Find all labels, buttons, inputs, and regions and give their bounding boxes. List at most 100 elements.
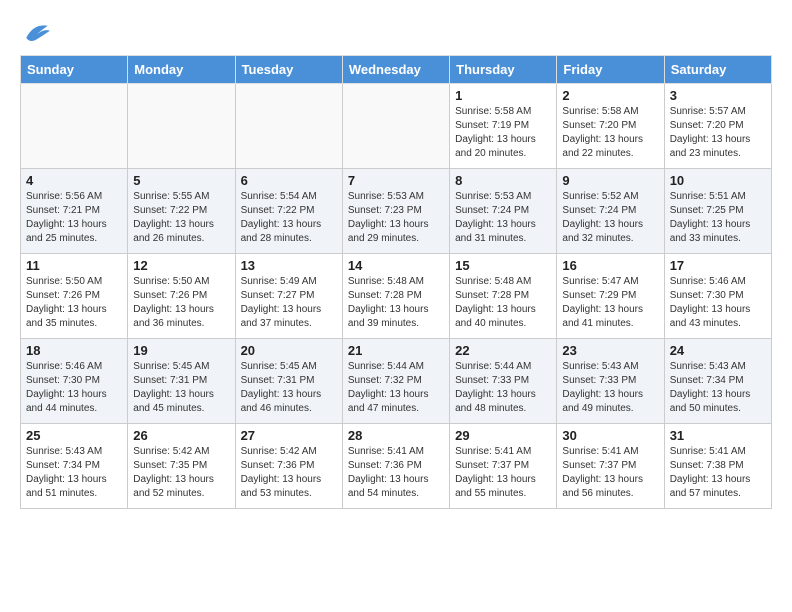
day-number: 12: [133, 258, 229, 273]
day-info: Sunrise: 5:43 AM Sunset: 7:33 PM Dayligh…: [562, 360, 658, 416]
day-info: Sunrise: 5:41 AM Sunset: 7:37 PM Dayligh…: [562, 445, 658, 501]
day-info: Sunrise: 5:46 AM Sunset: 7:30 PM Dayligh…: [670, 275, 766, 331]
calendar-cell: 5 Sunrise: 5:55 AM Sunset: 7:22 PM Daylig…: [128, 169, 235, 254]
weekday-header: Wednesday: [342, 56, 449, 84]
weekday-header: Thursday: [450, 56, 557, 84]
day-info: Sunrise: 5:46 AM Sunset: 7:30 PM Dayligh…: [26, 360, 122, 416]
day-number: 31: [670, 428, 766, 443]
day-info: Sunrise: 5:55 AM Sunset: 7:22 PM Dayligh…: [133, 190, 229, 246]
day-number: 28: [348, 428, 444, 443]
day-number: 20: [241, 343, 337, 358]
day-number: 24: [670, 343, 766, 358]
day-info: Sunrise: 5:41 AM Sunset: 7:38 PM Dayligh…: [670, 445, 766, 501]
day-info: Sunrise: 5:54 AM Sunset: 7:22 PM Dayligh…: [241, 190, 337, 246]
day-info: Sunrise: 5:48 AM Sunset: 7:28 PM Dayligh…: [455, 275, 551, 331]
calendar-week-row: 1 Sunrise: 5:58 AM Sunset: 7:19 PM Daylig…: [21, 84, 772, 169]
day-number: 11: [26, 258, 122, 273]
day-info: Sunrise: 5:43 AM Sunset: 7:34 PM Dayligh…: [26, 445, 122, 501]
calendar-cell: 23 Sunrise: 5:43 AM Sunset: 7:33 PM Dayli…: [557, 339, 664, 424]
calendar-cell: 15Sunrise: 5:48 AM Sunset: 7:28 PM Dayli…: [450, 254, 557, 339]
day-info: Sunrise: 5:51 AM Sunset: 7:25 PM Dayligh…: [670, 190, 766, 246]
calendar-cell: [342, 84, 449, 169]
day-info: Sunrise: 5:45 AM Sunset: 7:31 PM Dayligh…: [241, 360, 337, 416]
day-info: Sunrise: 5:45 AM Sunset: 7:31 PM Dayligh…: [133, 360, 229, 416]
day-info: Sunrise: 5:42 AM Sunset: 7:35 PM Dayligh…: [133, 445, 229, 501]
day-number: 4: [26, 173, 122, 188]
calendar-cell: 29 Sunrise: 5:41 AM Sunset: 7:37 PM Dayli…: [450, 424, 557, 509]
calendar-header-row: SundayMondayTuesdayWednesdayThursdayFrid…: [21, 56, 772, 84]
weekday-header: Saturday: [664, 56, 771, 84]
calendar-cell: 20 Sunrise: 5:45 AM Sunset: 7:31 PM Dayli…: [235, 339, 342, 424]
weekday-header: Sunday: [21, 56, 128, 84]
day-info: Sunrise: 5:47 AM Sunset: 7:29 PM Dayligh…: [562, 275, 658, 331]
day-number: 1: [455, 88, 551, 103]
day-info: Sunrise: 5:53 AM Sunset: 7:23 PM Dayligh…: [348, 190, 444, 246]
day-info: Sunrise: 5:50 AM Sunset: 7:26 PM Dayligh…: [133, 275, 229, 331]
calendar-cell: 26 Sunrise: 5:42 AM Sunset: 7:35 PM Dayli…: [128, 424, 235, 509]
day-number: 21: [348, 343, 444, 358]
calendar-cell: 30 Sunrise: 5:41 AM Sunset: 7:37 PM Dayli…: [557, 424, 664, 509]
calendar-cell: 7 Sunrise: 5:53 AM Sunset: 7:23 PM Daylig…: [342, 169, 449, 254]
calendar-cell: 1 Sunrise: 5:58 AM Sunset: 7:19 PM Daylig…: [450, 84, 557, 169]
weekday-header: Tuesday: [235, 56, 342, 84]
day-info: Sunrise: 5:52 AM Sunset: 7:24 PM Dayligh…: [562, 190, 658, 246]
calendar-cell: 24Sunrise: 5:43 AM Sunset: 7:34 PM Dayli…: [664, 339, 771, 424]
day-info: Sunrise: 5:58 AM Sunset: 7:19 PM Dayligh…: [455, 105, 551, 161]
day-number: 25: [26, 428, 122, 443]
day-number: 22: [455, 343, 551, 358]
day-number: 5: [133, 173, 229, 188]
day-info: Sunrise: 5:53 AM Sunset: 7:24 PM Dayligh…: [455, 190, 551, 246]
calendar-cell: [128, 84, 235, 169]
calendar-cell: 14 Sunrise: 5:48 AM Sunset: 7:28 PM Dayli…: [342, 254, 449, 339]
day-info: Sunrise: 5:42 AM Sunset: 7:36 PM Dayligh…: [241, 445, 337, 501]
day-info: Sunrise: 5:56 AM Sunset: 7:21 PM Dayligh…: [26, 190, 122, 246]
logo: [20, 20, 52, 45]
calendar-cell: 31 Sunrise: 5:41 AM Sunset: 7:38 PM Dayli…: [664, 424, 771, 509]
page-header: [20, 20, 772, 45]
calendar-table: SundayMondayTuesdayWednesdayThursdayFrid…: [20, 55, 772, 509]
day-number: 3: [670, 88, 766, 103]
calendar-week-row: 4 Sunrise: 5:56 AM Sunset: 7:21 PM Daylig…: [21, 169, 772, 254]
day-info: Sunrise: 5:57 AM Sunset: 7:20 PM Dayligh…: [670, 105, 766, 161]
day-info: Sunrise: 5:41 AM Sunset: 7:37 PM Dayligh…: [455, 445, 551, 501]
day-number: 9: [562, 173, 658, 188]
logo-bird-icon: [22, 20, 52, 45]
calendar-cell: 17Sunrise: 5:46 AM Sunset: 7:30 PM Dayli…: [664, 254, 771, 339]
calendar-cell: 6 Sunrise: 5:54 AM Sunset: 7:22 PM Daylig…: [235, 169, 342, 254]
calendar-cell: 12 Sunrise: 5:50 AM Sunset: 7:26 PM Dayli…: [128, 254, 235, 339]
calendar-cell: 8 Sunrise: 5:53 AM Sunset: 7:24 PM Daylig…: [450, 169, 557, 254]
day-info: Sunrise: 5:58 AM Sunset: 7:20 PM Dayligh…: [562, 105, 658, 161]
weekday-header: Friday: [557, 56, 664, 84]
calendar-cell: 27Sunrise: 5:42 AM Sunset: 7:36 PM Dayli…: [235, 424, 342, 509]
calendar-week-row: 11 Sunrise: 5:50 AM Sunset: 7:26 PM Dayli…: [21, 254, 772, 339]
calendar-week-row: 18 Sunrise: 5:46 AM Sunset: 7:30 PM Dayli…: [21, 339, 772, 424]
day-info: Sunrise: 5:49 AM Sunset: 7:27 PM Dayligh…: [241, 275, 337, 331]
day-number: 7: [348, 173, 444, 188]
day-number: 19: [133, 343, 229, 358]
calendar-cell: 2 Sunrise: 5:58 AM Sunset: 7:20 PM Daylig…: [557, 84, 664, 169]
calendar-cell: [235, 84, 342, 169]
day-number: 29: [455, 428, 551, 443]
day-number: 13: [241, 258, 337, 273]
calendar-cell: 21Sunrise: 5:44 AM Sunset: 7:32 PM Dayli…: [342, 339, 449, 424]
day-number: 2: [562, 88, 658, 103]
calendar-cell: 19 Sunrise: 5:45 AM Sunset: 7:31 PM Dayli…: [128, 339, 235, 424]
day-info: Sunrise: 5:48 AM Sunset: 7:28 PM Dayligh…: [348, 275, 444, 331]
day-number: 26: [133, 428, 229, 443]
day-info: Sunrise: 5:50 AM Sunset: 7:26 PM Dayligh…: [26, 275, 122, 331]
calendar-cell: 28Sunrise: 5:41 AM Sunset: 7:36 PM Dayli…: [342, 424, 449, 509]
calendar-cell: 18 Sunrise: 5:46 AM Sunset: 7:30 PM Dayli…: [21, 339, 128, 424]
weekday-header: Monday: [128, 56, 235, 84]
day-number: 14: [348, 258, 444, 273]
day-number: 30: [562, 428, 658, 443]
day-number: 23: [562, 343, 658, 358]
calendar-cell: [21, 84, 128, 169]
day-number: 6: [241, 173, 337, 188]
day-number: 8: [455, 173, 551, 188]
calendar-cell: 3 Sunrise: 5:57 AM Sunset: 7:20 PM Daylig…: [664, 84, 771, 169]
calendar-cell: 16 Sunrise: 5:47 AM Sunset: 7:29 PM Dayli…: [557, 254, 664, 339]
day-number: 18: [26, 343, 122, 358]
calendar-cell: 9 Sunrise: 5:52 AM Sunset: 7:24 PM Daylig…: [557, 169, 664, 254]
day-info: Sunrise: 5:44 AM Sunset: 7:33 PM Dayligh…: [455, 360, 551, 416]
day-number: 16: [562, 258, 658, 273]
